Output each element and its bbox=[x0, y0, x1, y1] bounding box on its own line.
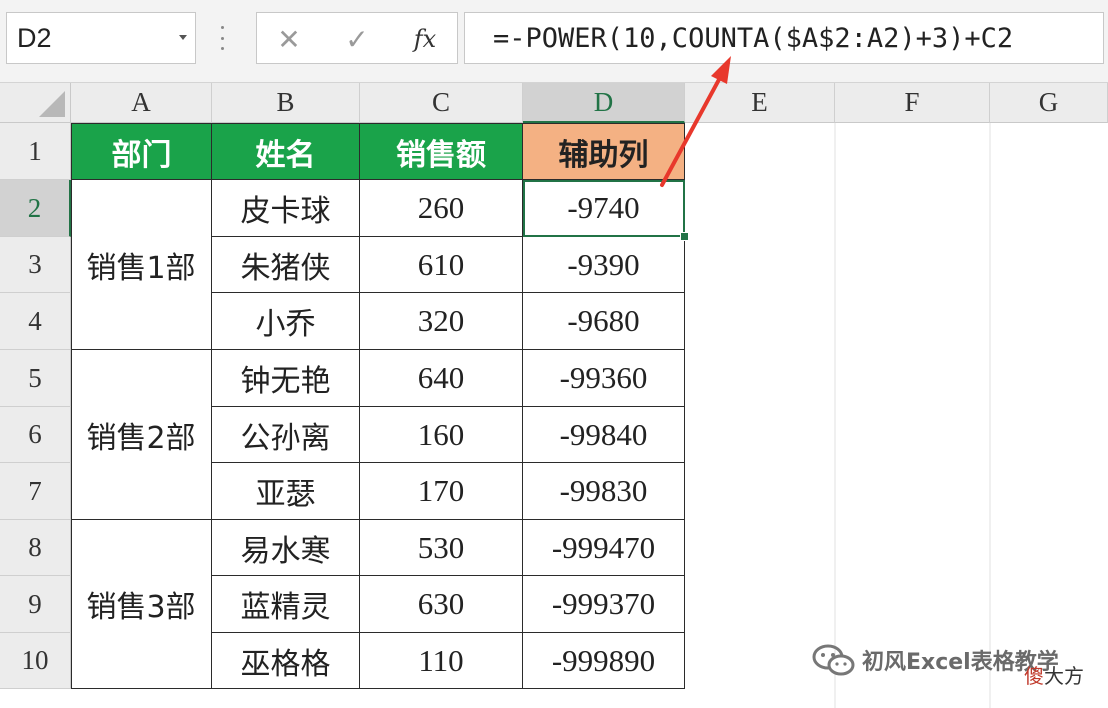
brand-logo-red: 傻 bbox=[1024, 664, 1044, 688]
brand-logo-text: 大方 bbox=[1044, 664, 1084, 688]
wechat-icon bbox=[812, 644, 855, 676]
brand-logo: 傻大方 bbox=[1024, 660, 1084, 689]
annotation-arrow bbox=[660, 56, 731, 187]
watermark: 初风Excel表格教学 bbox=[812, 632, 1059, 688]
